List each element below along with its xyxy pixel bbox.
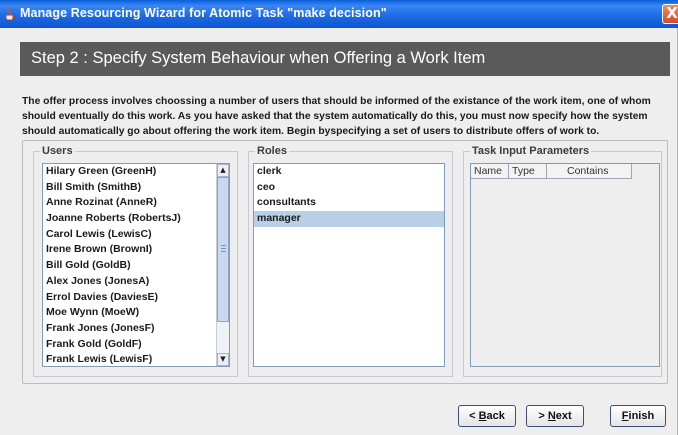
step-title: Step 2 : Specify System Behaviour when O… [31, 49, 486, 67]
close-window-button[interactable]: X [662, 4, 678, 24]
back-arrow-text: < [469, 410, 479, 422]
next-arrow-text: > [538, 410, 548, 422]
roles-group: Roles clerk ceo consultants manager [248, 144, 453, 377]
grip-line [221, 245, 226, 246]
scroll-down-arrow-icon[interactable]: ▼ [217, 353, 229, 366]
role-list-item[interactable]: ceo [254, 180, 444, 196]
back-label-rest: ack [486, 410, 505, 422]
user-list-item[interactable]: Irene Brown (BrownI) [43, 242, 229, 258]
column-header-type[interactable]: Type [509, 164, 547, 179]
finish-label-rest: inish [628, 410, 655, 422]
roles-list[interactable]: clerk ceo consultants manager [253, 163, 445, 367]
selection-panel: Users Hilary Green (GreenH) Bill Smith (S… [22, 140, 668, 384]
next-label-rest: ext [555, 410, 572, 422]
users-scrollbar[interactable]: ▲ ▼ [216, 164, 229, 366]
description-text: The offer process involves choossing a n… [22, 96, 651, 137]
next-button[interactable]: > Next [526, 405, 584, 427]
parameters-table-header: Name Type Contains [471, 164, 659, 179]
wizard-window: Manage Resourcing Wizard for Atomic Task… [0, 0, 678, 435]
user-list-item[interactable]: Frank Jones (JonesF) [43, 321, 229, 337]
back-mnemonic: B [478, 410, 487, 422]
column-header-name[interactable]: Name [471, 164, 509, 179]
window-title: Manage Resourcing Wizard for Atomic Task… [20, 6, 387, 20]
user-list-item[interactable]: Frank Lewis (LewisF) [43, 352, 229, 366]
parameters-table[interactable]: Name Type Contains [470, 163, 660, 367]
user-list-item[interactable]: Joanne Roberts (RobertsJ) [43, 211, 229, 227]
user-list-item[interactable]: Anne Rozinat (AnneR) [43, 195, 229, 211]
user-list-item[interactable]: Carol Lewis (LewisC) [43, 227, 229, 243]
grip-line [221, 251, 226, 252]
scroll-thumb[interactable] [217, 177, 229, 322]
user-list-item[interactable]: Frank Gold (GoldF) [43, 337, 229, 353]
user-list-item[interactable]: Bill Gold (GoldB) [43, 258, 229, 274]
grip-line [221, 248, 226, 249]
java-cup-icon [5, 7, 16, 21]
user-list-item[interactable]: Hilary Green (GreenH) [43, 164, 229, 180]
role-list-item[interactable]: clerk [254, 164, 444, 180]
users-list-items: Hilary Green (GreenH) Bill Smith (SmithB)… [43, 164, 229, 366]
roles-group-title: Roles [255, 144, 289, 158]
users-list[interactable]: Hilary Green (GreenH) Bill Smith (SmithB)… [42, 163, 230, 367]
user-list-item[interactable]: Bill Smith (SmithB) [43, 180, 229, 196]
role-list-item[interactable]: manager [254, 211, 444, 227]
roles-list-items: clerk ceo consultants manager [254, 164, 444, 227]
title-bar[interactable]: Manage Resourcing Wizard for Atomic Task… [0, 0, 678, 28]
finish-mnemonic: F [621, 410, 629, 422]
user-list-item[interactable]: Alex Jones (JonesA) [43, 274, 229, 290]
scroll-up-arrow-icon[interactable]: ▲ [217, 164, 229, 177]
step-header: Step 2 : Specify System Behaviour when O… [20, 42, 670, 76]
user-list-item[interactable]: Moe Wynn (MoeW) [43, 305, 229, 321]
parameters-group-title: Task Input Parameters [470, 144, 592, 158]
task-input-parameters-group: Task Input Parameters Name Type Contains [463, 144, 662, 377]
users-group-title: Users [40, 144, 75, 158]
finish-button[interactable]: Finish [610, 405, 666, 427]
next-mnemonic: N [547, 410, 556, 422]
column-header-contains[interactable]: Contains [547, 164, 632, 179]
user-list-item[interactable]: Errol Davies (DaviesE) [43, 290, 229, 306]
back-button[interactable]: < Back [458, 405, 516, 427]
users-group: Users Hilary Green (GreenH) Bill Smith (S… [33, 144, 238, 377]
role-list-item[interactable]: consultants [254, 195, 444, 211]
